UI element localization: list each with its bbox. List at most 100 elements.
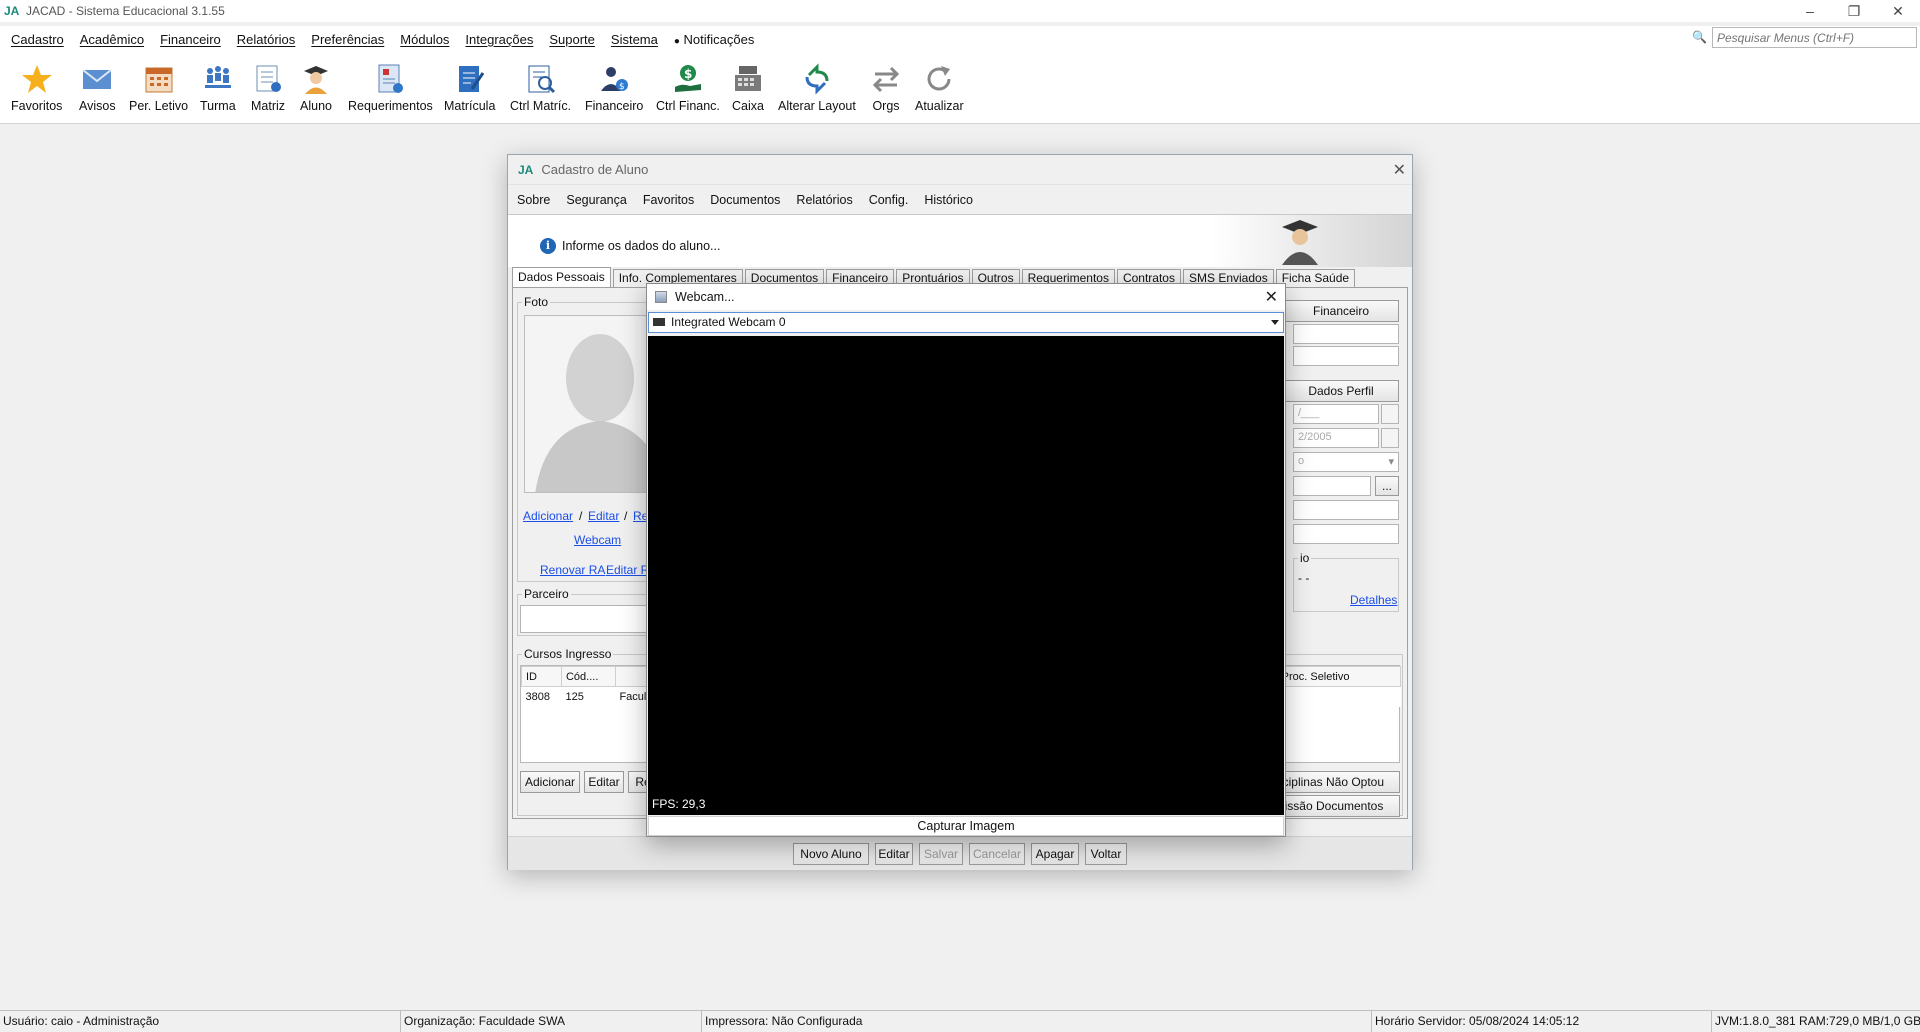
tab-dados-pessoais[interactable]: Dados Pessoais [512,267,611,287]
right-field-3[interactable] [1293,500,1399,520]
restore-icon[interactable]: ❐ [1832,0,1876,22]
toolbar-per-letivo-button[interactable]: Per. Letivo [129,62,188,113]
close-icon[interactable]: ✕ [1876,0,1920,22]
voltar-button[interactable]: Voltar [1085,843,1127,865]
dialog-menu-favoritos[interactable]: Favoritos [635,193,702,207]
graduate-icon [1282,220,1318,265]
lookup-ellipsis-button[interactable]: ... [1375,476,1399,496]
minimize-icon[interactable]: – [1788,0,1832,22]
photo-webcam-link[interactable]: Webcam [574,533,621,547]
financeiro-button[interactable]: Financeiro [1283,300,1399,322]
main-menu-bar: Cadastro Acadêmico Financeiro Relatórios… [0,26,1920,52]
toolbar-label: Per. Letivo [129,99,189,113]
envelope-icon [80,62,114,96]
dialog-menu-historico[interactable]: Histórico [916,193,981,207]
editar-ra-link[interactable]: Editar R [606,563,649,577]
finance-person-icon: $ [597,62,631,96]
toolbar-alterar-layout-button[interactable]: Alterar Layout [778,62,856,113]
menu-modulos[interactable]: Módulos [392,32,457,47]
dialog-menu-seguranca[interactable]: Segurança [558,193,634,207]
cursos-ingresso-label: Cursos Ingresso [522,647,614,661]
grid-edit-button[interactable]: Editar [584,771,624,793]
info-message: Informe os dados do aluno... [562,239,721,253]
toolbar-aluno-button[interactable]: Aluno [299,62,333,113]
toolbar-label: Aluno [300,99,332,113]
status-server-time: Horário Servidor: 05/08/2024 14:05:12 [1371,1011,1711,1032]
grid-header-cod[interactable]: Cód.... [560,666,616,687]
calendar-picker-icon[interactable] [1381,404,1399,424]
grid-header-id[interactable]: ID [521,666,562,687]
status-user: Usuário: caio - Administração [3,1014,160,1028]
fps-readout: FPS: 29,3 [652,797,706,811]
toolbar-matriz-button[interactable]: Matriz [251,62,285,113]
webcam-close-icon[interactable]: ✕ [1265,287,1278,307]
lookup-field[interactable] [1293,476,1371,496]
toolbar-orgs-button[interactable]: Orgs [869,62,903,113]
toolbar-label: Ctrl Matríc. [510,99,572,113]
window-icon [655,291,667,303]
dados-perfil-button[interactable]: Dados Perfil [1283,380,1399,402]
money-hand-icon: $ [671,62,705,96]
dialog-menu-relatorios[interactable]: Relatórios [788,193,860,207]
right-field-4[interactable] [1293,524,1399,544]
cell-cod: 125 [561,686,616,707]
toolbar-matricula-button[interactable]: Matrícula [444,62,495,113]
toolbar-atualizar-button[interactable]: Atualizar [915,62,964,113]
dialog-title: Cadastro de Aluno [541,162,649,177]
toolbar-ctrl-financ-button[interactable]: $ Ctrl Financ. [656,62,720,113]
date-field-1[interactable]: /___ [1293,404,1379,424]
date-field-2[interactable]: 2/2005 [1293,428,1379,448]
cancelar-button[interactable]: Cancelar [969,843,1025,865]
dialog-menu-config[interactable]: Config. [861,193,917,207]
photo-add-link[interactable]: Adicionar [523,509,573,523]
dialog-menu-documentos[interactable]: Documentos [702,193,788,207]
tab-ficha-saude[interactable]: Ficha Saúde [1275,269,1356,287]
toolbar-caixa-button[interactable]: Caixa [731,62,765,113]
right-field-1[interactable] [1293,324,1399,344]
editar-button[interactable]: Editar [875,843,913,865]
svg-text:$: $ [684,67,692,81]
novo-aluno-button[interactable]: Novo Aluno [793,843,869,865]
search-icon: 🔍 [1692,30,1707,44]
cash-register-icon [731,62,765,96]
main-toolbar: Favoritos Avisos Per. Letivo Turma Matri… [0,52,1920,124]
dialog-footer: Novo Aluno Editar Salvar Cancelar Apagar… [508,836,1412,870]
capture-image-button[interactable]: Capturar Imagem [648,816,1284,836]
menu-cadastro[interactable]: Cadastro [0,32,72,47]
toolbar-avisos-button[interactable]: Avisos [79,62,116,113]
calendar-picker-icon[interactable] [1381,428,1399,448]
menu-preferencias[interactable]: Preferências [303,32,392,47]
photo-group-label: Foto [522,295,551,309]
app-title-bar: JA JACAD - Sistema Educacional 3.1.55 – … [0,0,1920,22]
star-icon [20,62,54,96]
menu-financeiro[interactable]: Financeiro [152,32,229,47]
webcam-device-select[interactable]: Integrated Webcam 0 [648,312,1284,333]
salvar-button[interactable]: Salvar [919,843,963,865]
apagar-button[interactable]: Apagar [1031,843,1079,865]
renovar-ra-link[interactable]: Renovar RA [540,563,605,577]
layout-swap-icon [800,62,834,96]
menu-academico[interactable]: Acadêmico [72,32,152,47]
menu-integracoes[interactable]: Integrações [457,32,541,47]
dialog-menu-sobre[interactable]: Sobre [508,193,558,207]
arrows-icon [869,62,903,96]
menu-notificacoes[interactable]: ● Notificações [666,32,762,47]
menu-sistema[interactable]: Sistema [603,32,666,47]
toolbar-turma-button[interactable]: Turma [200,62,236,113]
toolbar-label: Atualizar [915,99,964,113]
combo-field[interactable]: o ▾ [1293,452,1399,472]
menu-suporte[interactable]: Suporte [541,32,603,47]
photo-edit-link[interactable]: Editar [588,509,619,523]
dialog-close-icon[interactable]: ✕ [1393,160,1406,180]
detalhes-link[interactable]: Detalhes [1350,593,1397,607]
toolbar-requerimentos-button[interactable]: Requerimentos [348,62,433,113]
menu-relatorios[interactable]: Relatórios [229,32,304,47]
menu-search-input[interactable] [1712,27,1917,48]
right-info-group-label: io [1298,551,1312,565]
toolbar-label: Avisos [79,99,116,113]
toolbar-ctrl-matric-button[interactable]: Ctrl Matríc. [510,62,571,113]
grid-add-button[interactable]: Adicionar [520,771,580,793]
toolbar-favoritos-button[interactable]: Favoritos [11,62,62,113]
right-field-2[interactable] [1293,346,1399,366]
toolbar-financeiro-button[interactable]: $ Financeiro [585,62,643,113]
